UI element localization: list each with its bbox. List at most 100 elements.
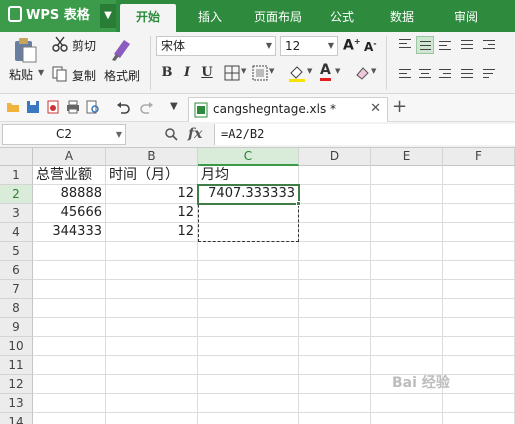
grid-cell[interactable] <box>198 299 299 318</box>
clear-format-icon[interactable] <box>354 65 370 81</box>
grid-cell[interactable] <box>33 413 106 424</box>
redo-icon[interactable] <box>140 100 154 114</box>
grid-cell[interactable] <box>106 242 198 261</box>
border-icon[interactable] <box>224 65 240 81</box>
chevron-down-icon[interactable]: ▼ <box>241 67 246 75</box>
grid-cell[interactable] <box>299 318 371 337</box>
grid-cell[interactable] <box>299 299 371 318</box>
insert-function-button[interactable]: fx <box>188 126 202 142</box>
grid-cell[interactable] <box>33 337 106 356</box>
chevron-down-icon[interactable]: ▼ <box>335 67 340 75</box>
row-header-2[interactable]: 2 <box>0 185 33 204</box>
grid-cell[interactable] <box>299 242 371 261</box>
row-header-10[interactable]: 10 <box>0 337 33 356</box>
grid-cell[interactable] <box>371 280 443 299</box>
decrease-font-icon[interactable]: A- <box>364 39 377 54</box>
grid-cell[interactable] <box>443 166 515 185</box>
scissors-icon[interactable] <box>52 36 68 52</box>
grid-cell[interactable] <box>33 394 106 413</box>
format-painter-button[interactable]: 格式刷 <box>104 67 140 84</box>
column-header-d[interactable]: D <box>299 148 371 166</box>
grid-cell[interactable] <box>198 280 299 299</box>
grid-cell[interactable] <box>198 375 299 394</box>
tab-data[interactable]: 数据 <box>380 4 424 32</box>
cell-c1[interactable]: 月均 <box>198 166 299 185</box>
row-header-5[interactable]: 5 <box>0 242 33 261</box>
increase-font-icon[interactable]: A+ <box>343 37 361 54</box>
grid-cell[interactable] <box>443 356 515 375</box>
grid-cell[interactable] <box>371 242 443 261</box>
merge-cells-icon[interactable] <box>252 65 268 81</box>
grid-cell[interactable] <box>299 394 371 413</box>
grid-cell[interactable] <box>198 356 299 375</box>
grid-cell[interactable] <box>198 242 299 261</box>
cell-a4[interactable]: 344333 <box>33 223 106 242</box>
align-top-icon[interactable] <box>396 36 414 54</box>
grid-cell[interactable] <box>33 280 106 299</box>
grid-cell[interactable] <box>443 413 515 424</box>
row-header-14[interactable]: 14 <box>0 413 33 424</box>
grid-cell[interactable] <box>33 261 106 280</box>
row-header-7[interactable]: 7 <box>0 280 33 299</box>
grid-cell[interactable] <box>198 413 299 424</box>
undo-icon[interactable] <box>116 100 130 114</box>
grid-cell[interactable] <box>443 375 515 394</box>
grid-cell[interactable] <box>299 337 371 356</box>
grid-cell[interactable] <box>443 204 515 223</box>
grid-cell[interactable] <box>198 318 299 337</box>
column-header-b[interactable]: B <box>106 148 198 166</box>
column-header-a[interactable]: A <box>33 148 106 166</box>
grid-cell[interactable] <box>371 337 443 356</box>
grid-cell[interactable] <box>371 185 443 204</box>
grid-cell[interactable] <box>106 337 198 356</box>
align-middle-icon[interactable] <box>416 36 434 54</box>
chevron-down-icon[interactable]: ▼ <box>269 67 274 75</box>
align-left-icon[interactable] <box>396 65 414 83</box>
row-header-11[interactable]: 11 <box>0 356 33 375</box>
grid-cell[interactable] <box>299 185 371 204</box>
tab-insert[interactable]: 插入 <box>184 4 236 32</box>
grid-cell[interactable] <box>443 318 515 337</box>
grid-cell[interactable] <box>443 337 515 356</box>
paste-icon[interactable] <box>12 36 38 64</box>
chevron-down-icon[interactable]: ▼ <box>371 67 376 75</box>
document-tab[interactable]: cangshegntage.xls * ✕ <box>188 97 388 122</box>
grid-cell[interactable] <box>299 280 371 299</box>
grid-cell[interactable] <box>443 223 515 242</box>
underline-button[interactable]: U <box>198 64 216 82</box>
font-color-icon[interactable]: A <box>320 63 331 81</box>
align-right-icon[interactable] <box>436 65 454 83</box>
row-header-8[interactable]: 8 <box>0 299 33 318</box>
cell-b1[interactable]: 时间（月） <box>106 166 198 185</box>
customize-toolbar-icon[interactable]: ▼ <box>170 101 178 112</box>
grid-cell[interactable] <box>106 375 198 394</box>
grid-cell[interactable] <box>198 394 299 413</box>
row-header-4[interactable]: 4 <box>0 223 33 242</box>
grid-cell[interactable] <box>33 299 106 318</box>
fill-handle[interactable] <box>296 201 301 206</box>
decrease-indent-icon[interactable] <box>480 36 498 54</box>
grid-cell[interactable] <box>106 280 198 299</box>
formula-input[interactable]: =A2/B2 <box>214 124 515 145</box>
cell-c2[interactable]: 7407.333333 <box>198 185 299 204</box>
cell-a1[interactable]: 总营业额 <box>33 166 106 185</box>
tab-formulas[interactable]: 公式 <box>320 4 364 32</box>
copy-button[interactable]: 复制 <box>72 67 96 84</box>
tab-start[interactable]: 开始 <box>120 4 176 32</box>
grid-cell[interactable] <box>106 413 198 424</box>
grid-cell[interactable] <box>371 204 443 223</box>
grid-cell[interactable] <box>443 280 515 299</box>
grid-cell[interactable] <box>299 166 371 185</box>
zoom-search-icon[interactable] <box>164 127 178 141</box>
font-size-select[interactable]: 12 ▼ <box>280 36 338 56</box>
font-name-select[interactable]: 宋体 ▼ <box>156 36 276 56</box>
grid-cell[interactable] <box>106 394 198 413</box>
cell-a2[interactable]: 88888 <box>33 185 106 204</box>
save-icon[interactable] <box>26 100 40 114</box>
format-painter-icon[interactable] <box>110 36 134 62</box>
chevron-down-icon[interactable]: ▼ <box>307 67 312 75</box>
column-header-c[interactable]: C <box>198 148 299 166</box>
paste-button[interactable]: 粘贴 <box>9 66 33 83</box>
open-folder-icon[interactable] <box>6 100 20 114</box>
row-header-1[interactable]: 1 <box>0 166 33 185</box>
